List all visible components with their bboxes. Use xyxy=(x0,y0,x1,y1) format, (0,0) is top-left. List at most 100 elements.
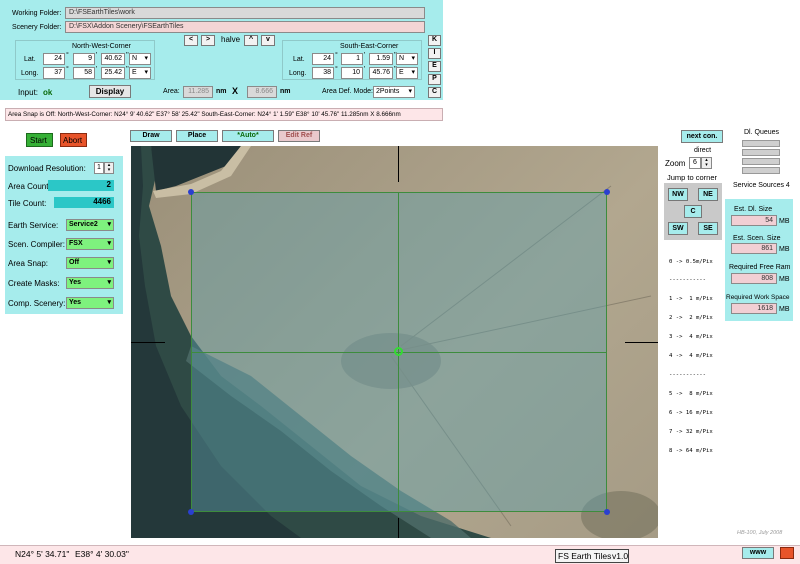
next-con-button[interactable]: next con. xyxy=(681,130,723,143)
place-button[interactable]: Place xyxy=(176,130,218,142)
jump-sw-button[interactable]: SW xyxy=(668,222,688,235)
scale-line: 0 -> 0.5m/Pix xyxy=(669,258,713,265)
se-lat-deg[interactable]: 24 xyxy=(312,53,334,65)
download-res-stepper[interactable]: 1 xyxy=(94,162,104,174)
scen-compiler-select[interactable]: FSX xyxy=(66,238,114,250)
nw-long-label: Long. xyxy=(21,70,39,77)
est-dl-size-label: Est. Dl. Size xyxy=(734,206,773,213)
zoom-label: Zoom xyxy=(665,159,686,168)
comp-scenery-select[interactable]: Yes xyxy=(66,297,114,309)
nw-long-deg[interactable]: 37 xyxy=(43,67,65,79)
area-count-value: 2 xyxy=(48,180,114,191)
scale-line: 8 -> 64 m/Pix xyxy=(669,447,713,454)
dl-queues-title: Dl. Queues xyxy=(744,129,780,136)
jump-label: Jump to corner xyxy=(667,173,718,182)
se-long-deg[interactable]: 38 xyxy=(312,67,334,79)
nw-long-sec[interactable]: 25.42 xyxy=(101,67,125,79)
crosshair-left xyxy=(131,342,165,343)
auto-button[interactable]: *Auto* xyxy=(222,130,274,142)
shift-left-button[interactable]: < xyxy=(184,35,198,46)
tile-count-value: 4466 xyxy=(54,197,114,208)
area-width-field: 11.285 xyxy=(183,86,213,98)
shift-up-button[interactable]: ^ xyxy=(244,35,258,46)
scale-line: 5 -> 8 m/Pix xyxy=(669,390,713,397)
area-count-label: Area Count: xyxy=(8,182,51,191)
jump-ne-button[interactable]: NE xyxy=(698,188,718,201)
ne-handle[interactable] xyxy=(604,189,610,195)
dl-queue-bar xyxy=(742,167,780,174)
se-lat-min[interactable]: 1 xyxy=(341,53,363,65)
shift-right-button[interactable]: > xyxy=(201,35,215,46)
nw-lat-deg[interactable]: 24 xyxy=(43,53,65,65)
jump-se-button[interactable]: SE xyxy=(698,222,718,235)
nw-lat-dir[interactable]: N xyxy=(129,53,151,65)
key-e-button[interactable]: E xyxy=(428,61,441,72)
cursor-lat: N24° 5' 34.71" xyxy=(15,549,70,559)
key-p-button[interactable]: P xyxy=(428,74,441,85)
nw-lat-sec[interactable]: 40.62 xyxy=(101,53,125,65)
dl-queue-bar xyxy=(742,140,780,147)
se-lat-label: Lat. xyxy=(293,56,305,63)
area-mode-select[interactable]: 2Points xyxy=(373,86,415,98)
display-button[interactable]: Display xyxy=(89,85,131,98)
jump-c-button[interactable]: C xyxy=(684,205,702,218)
create-masks-label: Create Masks: xyxy=(8,279,60,288)
nw-handle[interactable] xyxy=(188,189,194,195)
scen-compiler-label: Scen. Compiler: xyxy=(8,240,65,249)
zoom-stepper-arrows[interactable]: ▴ ▾ xyxy=(701,157,712,169)
area-height-field: 8.666 xyxy=(247,86,277,98)
key-i-button[interactable]: I xyxy=(428,48,441,59)
crosshair-bottom xyxy=(398,518,399,538)
nw-long-dir[interactable]: E xyxy=(129,67,151,79)
create-masks-select[interactable]: Yes xyxy=(66,277,114,289)
key-c-button[interactable]: C xyxy=(428,87,441,98)
deg-symbol: ° xyxy=(66,52,69,59)
stepper-arrows[interactable]: ▴ ▾ xyxy=(104,162,114,174)
scale-line: 3 -> 4 m/Pix xyxy=(669,334,713,341)
exit-button[interactable] xyxy=(780,547,794,559)
scale-line: 7 -> 32 m/Pix xyxy=(669,428,713,435)
nw-long-min[interactable]: 58 xyxy=(73,67,95,79)
scale-line: 6 -> 16 m/Pix xyxy=(669,409,713,416)
input-label: Input: xyxy=(18,88,39,97)
min-symbol: ' xyxy=(96,52,98,59)
se-long-min[interactable]: 10 xyxy=(341,67,363,79)
deg-symbol: ° xyxy=(335,66,338,73)
se-long-dir[interactable]: E xyxy=(396,67,418,79)
edit-ref-button[interactable]: Edit Ref xyxy=(278,130,320,142)
working-folder-label: Working Folder: xyxy=(12,10,62,17)
draw-button[interactable]: Draw xyxy=(130,130,172,142)
scale-line: 4 -> 4 m/Pix xyxy=(669,353,713,360)
sw-handle[interactable] xyxy=(188,509,194,515)
se-long-sec[interactable]: 45.76 xyxy=(369,67,393,79)
www-button[interactable]: www xyxy=(742,547,774,559)
area-snap-select[interactable]: Off xyxy=(66,257,114,269)
zoom-stepper[interactable]: 6 xyxy=(689,157,701,169)
se-lat-dir[interactable]: N xyxy=(396,53,418,65)
download-res-label: Download Resolution: xyxy=(8,164,86,173)
key-k-button[interactable]: K xyxy=(428,35,441,46)
scale-legend: 0 -> 0.5m/Pix ----------- 1 -> 1 m/Pix 2… xyxy=(669,246,713,460)
est-dl-size-value: 54 xyxy=(731,215,777,226)
abort-label: Abort xyxy=(63,136,83,145)
scenery-folder-field[interactable]: D:\FSX\Addon Scenery\FSEarthTiles xyxy=(65,21,425,33)
se-handle[interactable] xyxy=(604,509,610,515)
shift-down-button[interactable]: v xyxy=(261,35,275,46)
nm-unit: nm xyxy=(280,88,291,95)
req-work-space-value: 1618 xyxy=(731,303,777,314)
status-line-text: Area Snap is Off: North-West-Corner: N24… xyxy=(8,111,401,118)
app-version: v1.0 xyxy=(612,551,629,561)
nw-lat-min[interactable]: 9 xyxy=(73,53,95,65)
min-symbol: ' xyxy=(364,52,366,59)
scale-line: ----------- xyxy=(669,277,707,284)
dl-queue-bar xyxy=(742,158,780,165)
working-folder-field[interactable]: D:\FSEarthTiles\work xyxy=(65,7,425,19)
earth-service-select[interactable]: Service2 xyxy=(66,219,114,231)
nw-lat-label: Lat. xyxy=(24,56,36,63)
jump-nw-button[interactable]: NW xyxy=(668,188,688,201)
center-marker[interactable] xyxy=(394,347,403,356)
se-lat-sec[interactable]: 1.59 xyxy=(369,53,393,65)
area-snap-label: Area Snap: xyxy=(8,259,49,268)
start-label: Start xyxy=(30,136,47,145)
map-view[interactable] xyxy=(131,146,658,538)
